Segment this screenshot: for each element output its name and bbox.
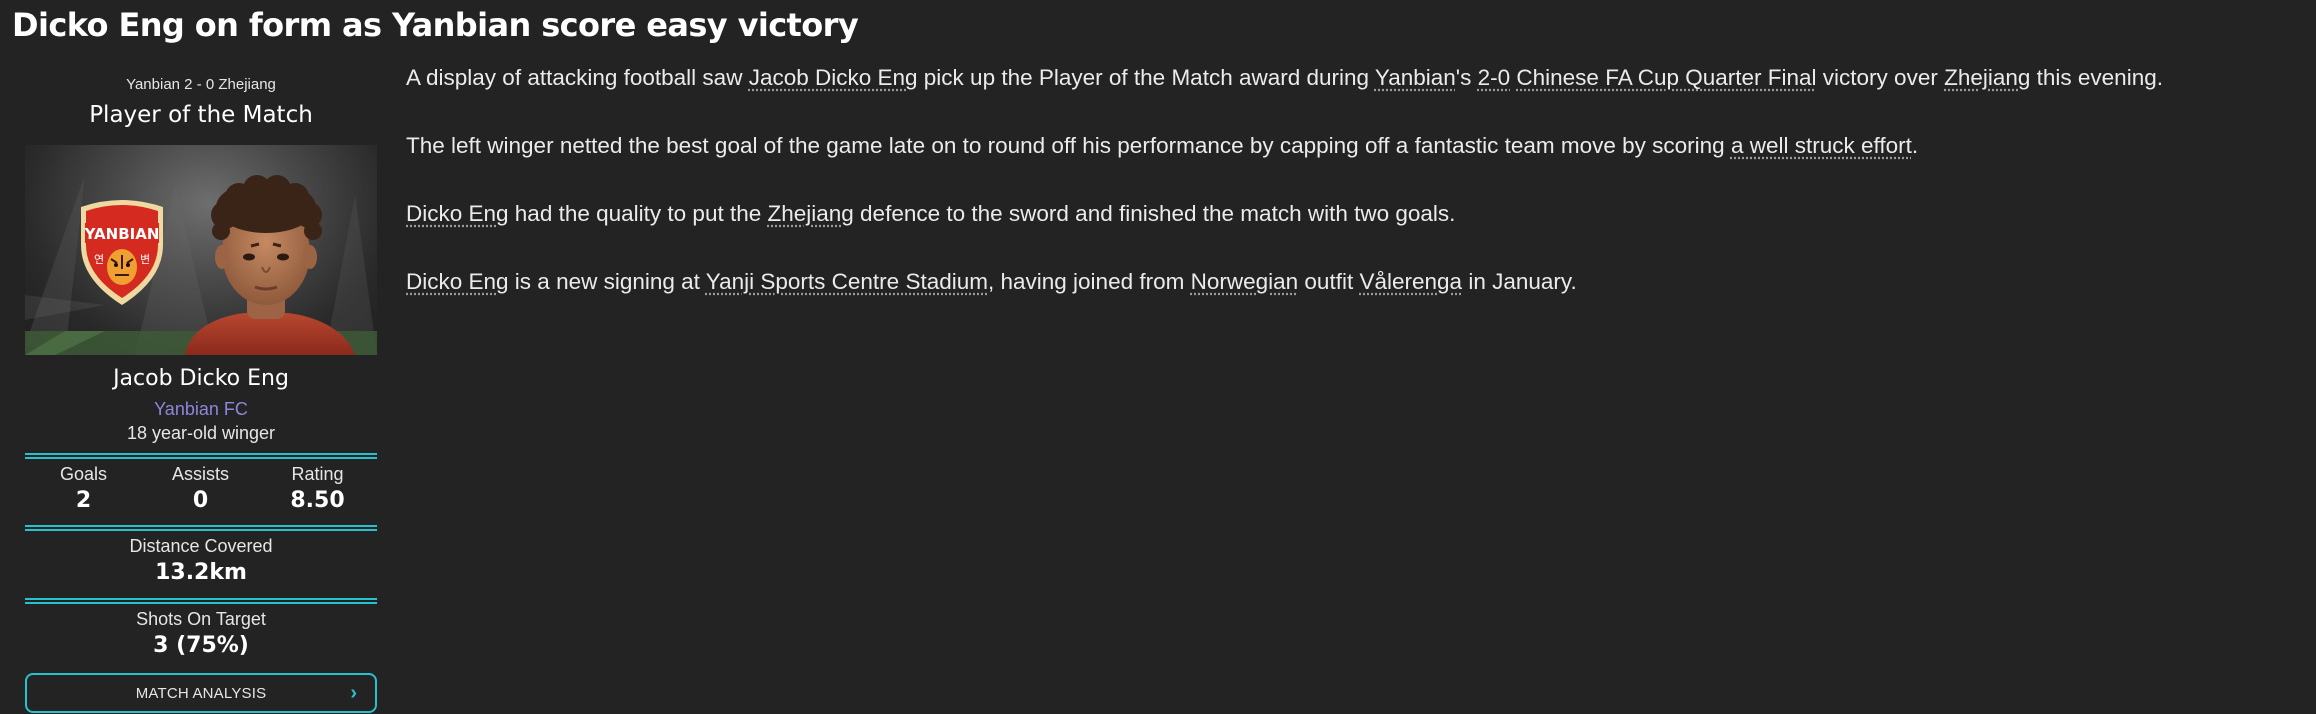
divider — [25, 525, 377, 531]
goal-highlight-link[interactable]: a well struck effort — [1731, 133, 1912, 158]
badge-hangul-right: 변 — [140, 253, 150, 266]
club-link[interactable]: Yanbian FC — [25, 399, 377, 420]
player-of-the-match-card: Yanbian 2 - 0 Zhejiang Player of the Mat… — [25, 60, 377, 714]
player-photo: YANBIAN 연 변 — [25, 145, 377, 355]
player-link[interactable]: Dicko Eng — [406, 269, 509, 294]
article-body: A display of attacking football saw Jaco… — [406, 62, 2311, 334]
team-link[interactable]: Yanbian — [1375, 65, 1456, 90]
nation-link[interactable]: Norwegian — [1191, 269, 1299, 294]
former-club-link[interactable]: Vålerenga — [1359, 269, 1462, 294]
stat-label: Rating — [291, 464, 344, 484]
stat-value: 0 — [192, 488, 209, 513]
match-analysis-label: MATCH ANALYSIS — [135, 684, 267, 702]
article-paragraph: The left winger netted the best goal of … — [406, 133, 1919, 158]
player-photo-graphic: YANBIAN 연 변 — [25, 175, 377, 355]
stats-row: Goals 2 Assists 0 Rating 8.50 — [25, 464, 377, 513]
stat-value: 3 (75%) — [153, 633, 249, 658]
stadium-link[interactable]: Yanji Sports Centre Stadium — [706, 269, 988, 294]
stat-label: Goals — [59, 464, 108, 484]
rating-stat: Rating 8.50 — [259, 464, 376, 513]
stat-value: 8.50 — [290, 488, 345, 513]
player-name[interactable]: Jacob Dicko Eng — [25, 366, 377, 391]
player-link[interactable]: Dicko Eng — [406, 201, 509, 226]
article-paragraph: Dicko Eng is a new signing at Yanji Spor… — [406, 269, 1577, 294]
distance-covered-stat: Distance Covered 13.2km — [25, 536, 377, 585]
badge-hangul-left: 연 — [94, 253, 104, 266]
card-title: Player of the Match — [89, 102, 313, 128]
match-analysis-button[interactable]: MATCH ANALYSIS › — [25, 673, 377, 713]
article-paragraph: A display of attacking football saw Jaco… — [406, 65, 2163, 90]
opponent-link[interactable]: Zhejiang — [767, 201, 853, 226]
stat-label: Assists — [171, 464, 229, 484]
player-link[interactable]: Jacob Dicko Eng — [749, 65, 918, 90]
article-headline: Dicko Eng on form as Yanbian score easy … — [12, 6, 859, 44]
match-score[interactable]: Yanbian 2 - 0 Zhejiang — [25, 76, 377, 93]
shots-on-target-stat: Shots On Target 3 (75%) — [25, 609, 377, 658]
stat-label: Shots On Target — [136, 609, 266, 629]
player-description: 18 year-old winger — [126, 423, 276, 443]
article-paragraph: Dicko Eng had the quality to put the Zhe… — [406, 201, 1456, 226]
divider — [25, 453, 377, 459]
competition-link[interactable]: Chinese FA Cup Quarter Final — [1516, 65, 1816, 90]
assists-stat: Assists 0 — [142, 464, 259, 513]
badge-text: YANBIAN — [84, 225, 160, 243]
match-result-link[interactable]: 2-0 — [1478, 65, 1511, 90]
stat-value: 2 — [75, 488, 92, 513]
opponent-link[interactable]: Zhejiang — [1944, 65, 2030, 90]
goals-stat: Goals 2 — [25, 464, 142, 513]
chevron-right-icon: › — [350, 682, 357, 704]
divider — [25, 598, 377, 604]
stat-value: 13.2km — [155, 560, 247, 585]
stat-label: Distance Covered — [129, 536, 273, 556]
